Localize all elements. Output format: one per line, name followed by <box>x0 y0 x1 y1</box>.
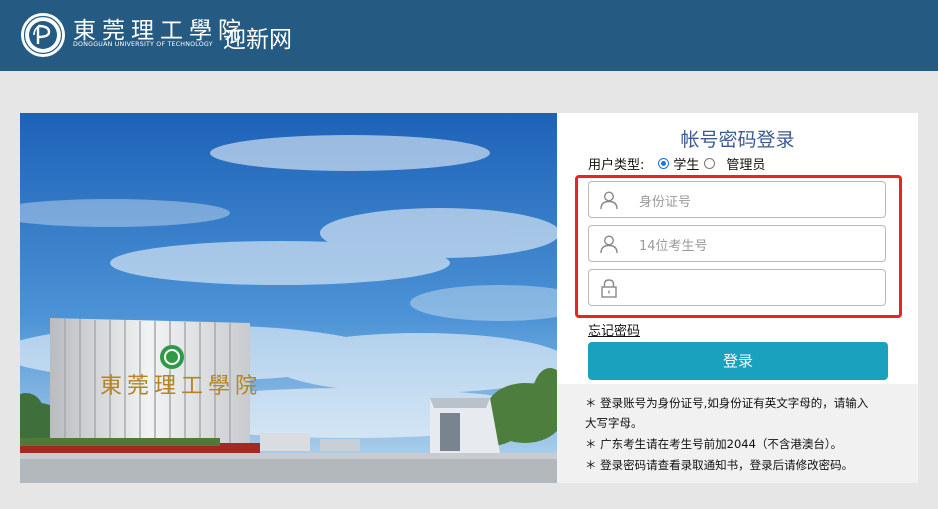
note-line-2: 大写字母。 <box>585 416 643 430</box>
note-line-1: ＊ 登录账号为身份证号,如身份证有英文字母的，请输入 <box>585 396 869 410</box>
campus-photo-illustration: 東莞理工學院 <box>20 113 557 483</box>
login-button[interactable]: 登录 <box>588 342 888 380</box>
user-type-label: 用户类型: <box>588 158 645 173</box>
login-notes: ＊ 登录账号为身份证号,如身份证有英文字母的，请输入 大写字母。 ＊ 广东考生请… <box>557 384 918 483</box>
site-header: 東莞理工學院 DONGGUAN UNIVERSITY OF TECHNOLOGY… <box>0 0 938 71</box>
input-highlight-box <box>575 175 902 318</box>
forgot-password-link[interactable]: 忘记密码 <box>588 320 640 339</box>
admin-radio[interactable] <box>704 158 716 169</box>
building-sign: 東莞理工學院 <box>100 374 262 399</box>
university-name-en: DONGGUAN UNIVERSITY OF TECHNOLOGY <box>73 41 213 48</box>
campus-photo: 東莞理工學院 <box>20 113 557 483</box>
site-title: 迎新网 <box>223 27 292 53</box>
note-line-4: ＊ 登录密码请查看录取通知书，登录后请修改密码。 <box>585 458 854 472</box>
admin-radio-label[interactable]: 管理员 <box>726 154 765 173</box>
university-name-cn: 東莞理工學院 <box>73 18 247 44</box>
note-line-3: ＊ 广东考生请在考生号前加2044（不含港澳台）。 <box>585 437 843 451</box>
login-title: 帐号密码登录 <box>680 129 795 151</box>
student-radio-label[interactable]: 学生 <box>673 154 699 173</box>
university-logo-icon <box>21 13 65 57</box>
user-type-selector: 用户类型: 学生 管理员 <box>588 154 765 173</box>
student-radio[interactable] <box>658 158 670 169</box>
